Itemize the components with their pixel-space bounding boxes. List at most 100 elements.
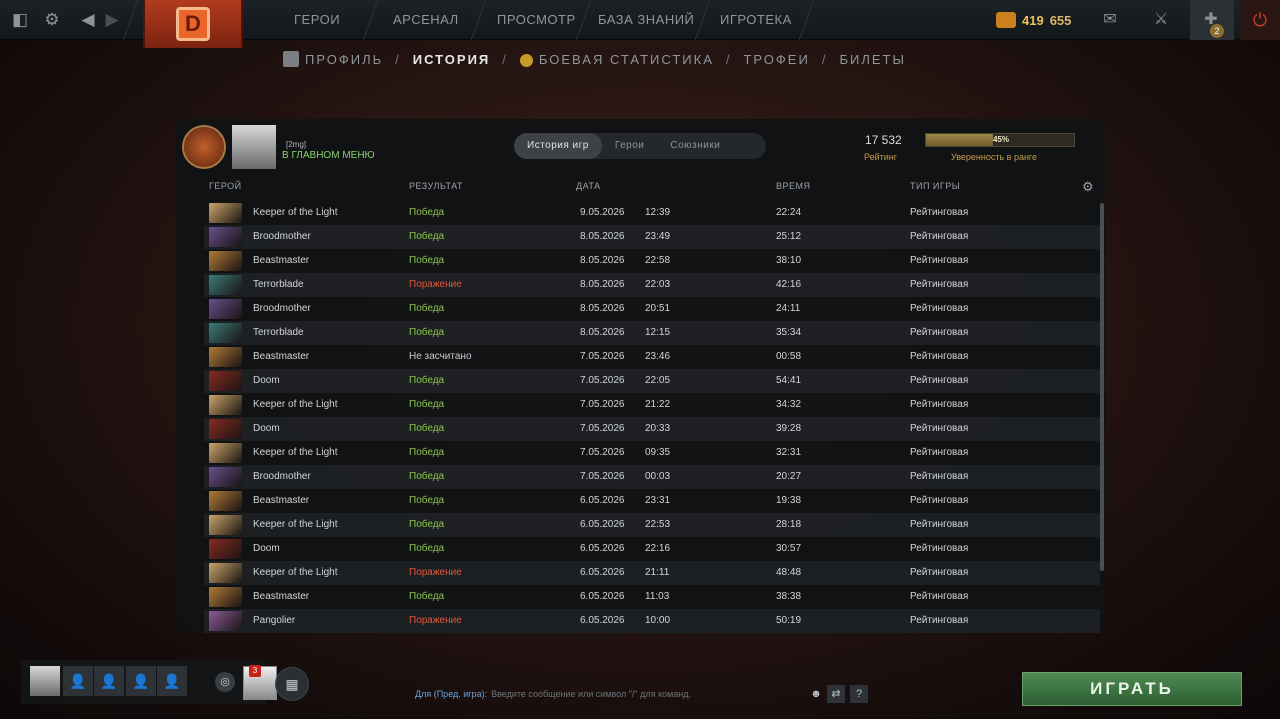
tab-match-history[interactable]: История игр <box>514 133 602 159</box>
shards-count-badge: 2 <box>1210 24 1224 38</box>
match-result: Победа <box>409 375 445 386</box>
col-header-duration[interactable]: ВРЕМЯ <box>776 181 811 191</box>
match-row[interactable]: Doom Победа 6.05.2026 22:16 30:57 Рейтинговая <box>204 537 1100 561</box>
player-avatar[interactable] <box>232 125 276 169</box>
nav-learn[interactable]: БАЗА ЗНАНИЙ <box>598 0 694 40</box>
hero-portrait-icon <box>209 275 242 295</box>
match-type: Рейтинговая <box>910 519 969 530</box>
hero-name: Beastmaster <box>253 255 310 266</box>
rating-value: 17 532 <box>865 133 902 147</box>
tab-allies[interactable]: Союзники <box>657 133 733 159</box>
player-tag: [2mg] <box>286 140 307 149</box>
settings-gear-icon[interactable]: ⚙ <box>42 10 62 30</box>
match-result: Поражение <box>409 279 462 290</box>
chat-channel-icon[interactable]: ⇄ <box>827 685 845 703</box>
hero-portrait-icon <box>209 395 242 415</box>
match-result: Победа <box>409 303 445 314</box>
subnav-separator: / <box>395 51 401 67</box>
nav-watch[interactable]: ПРОСМОТР <box>497 0 576 40</box>
match-row[interactable]: Doom Победа 7.05.2026 20:33 39:28 Рейтинговая <box>204 417 1100 441</box>
nav-heroes[interactable]: ГЕРОИ <box>294 0 340 40</box>
col-header-date[interactable]: ДАТА <box>576 181 601 191</box>
match-time: 21:22 <box>645 399 671 410</box>
match-row[interactable]: Broodmother Победа 7.05.2026 00:03 20:27 Рейт… <box>204 465 1100 489</box>
mail-icon[interactable]: ✉ <box>1099 10 1121 30</box>
col-header-result[interactable]: РЕЗУЛЬТАТ <box>409 181 463 191</box>
match-row[interactable]: Beastmaster Победа 6.05.2026 11:03 38:38 Рейт… <box>204 585 1100 609</box>
party-slot-empty[interactable]: 👤 <box>63 666 93 696</box>
hero-name: Keeper of the Light <box>253 447 338 458</box>
match-row[interactable]: Beastmaster Не засчитано 7.05.2026 23:46 00:… <box>204 345 1100 369</box>
match-row[interactable]: Keeper of the Light Поражение 6.05.2026 21:… <box>204 561 1100 585</box>
party-slot-self[interactable] <box>30 666 60 696</box>
match-time: 22:53 <box>645 519 671 530</box>
match-row[interactable]: Terrorblade Поражение 8.05.2026 22:03 42:16 Р… <box>204 273 1100 297</box>
match-duration: 25:12 <box>776 231 802 242</box>
currency-display[interactable]: 419 655 <box>996 8 1071 32</box>
match-row[interactable]: Broodmother Победа 8.05.2026 23:49 25:12 Рейт… <box>204 225 1100 249</box>
match-result: Победа <box>409 471 445 482</box>
nav-arcade[interactable]: ИГРОТЕКА <box>720 0 792 40</box>
match-row[interactable]: Doom Победа 7.05.2026 22:05 54:41 Рейтинговая <box>204 369 1100 393</box>
match-type: Рейтинговая <box>910 615 969 626</box>
forward-arrow-icon[interactable]: ▶ <box>102 10 122 30</box>
nav-arsenal[interactable]: АРСЕНАЛ <box>393 0 459 40</box>
party-slot-empty[interactable]: 👤 <box>126 666 156 696</box>
match-row[interactable]: Broodmother Победа 8.05.2026 20:51 24:11 Рейт… <box>204 297 1100 321</box>
match-result: Поражение <box>409 567 462 578</box>
back-arrow-icon[interactable]: ◀ <box>78 10 98 30</box>
match-row[interactable]: Pangolier Поражение 6.05.2026 10:00 50:19 Рей… <box>204 609 1100 633</box>
play-button[interactable]: ИГРАТЬ <box>1022 672 1242 706</box>
col-header-hero[interactable]: ГЕРОЙ <box>209 181 242 191</box>
party-slot-empty[interactable]: 👤 <box>157 666 187 696</box>
dota-menu-icon[interactable]: ◧ <box>10 10 30 30</box>
chat-input[interactable]: Для (Пред. игра): Введите сообщение или с… <box>408 684 868 704</box>
subnav-trophies[interactable]: ТРОФЕИ <box>743 52 809 67</box>
match-list-scrollbar[interactable] <box>1100 203 1104 571</box>
match-row[interactable]: Keeper of the Light Победа 7.05.2026 21:22 3… <box>204 393 1100 417</box>
match-type: Рейтинговая <box>910 231 969 242</box>
armory-icon[interactable]: ⚔ <box>1150 10 1172 30</box>
match-duration: 19:38 <box>776 495 802 506</box>
subnav-separator: / <box>725 51 732 67</box>
rank-medal-icon[interactable] <box>182 125 226 169</box>
hero-portrait-icon <box>209 203 242 223</box>
match-duration: 39:28 <box>776 423 802 434</box>
chat-channel-label[interactable]: Для (Пред. игра): <box>415 689 487 699</box>
match-date: 7.05.2026 <box>580 471 625 482</box>
rank-confidence-percent: 45% <box>992 135 1009 144</box>
match-date: 8.05.2026 <box>580 327 625 338</box>
match-result: Победа <box>409 447 445 458</box>
hero-name: Keeper of the Light <box>253 567 338 578</box>
dota-logo[interactable]: D <box>143 0 243 48</box>
party-voice-icon[interactable]: ◎ <box>215 672 235 692</box>
match-row[interactable]: Keeper of the Light Победа 7.05.2026 09:35 3… <box>204 441 1100 465</box>
match-history-panel: [2mg] В ГЛАВНОМ МЕНЮ История игр Герои С… <box>176 119 1105 633</box>
match-row[interactable]: Keeper of the Light Победа 6.05.2026 22:53 2… <box>204 513 1100 537</box>
match-type: Рейтинговая <box>910 327 969 338</box>
match-result: Победа <box>409 231 445 242</box>
emoji-icon[interactable]: ☻ <box>807 685 825 703</box>
subnav-history[interactable]: ИСТОРИЯ <box>413 52 491 67</box>
chat-help-icon[interactable]: ? <box>850 685 868 703</box>
party-slot-empty[interactable]: 👤 <box>94 666 124 696</box>
friends-icon[interactable]: ▦ <box>275 667 309 701</box>
subnav-separator: / <box>502 51 508 67</box>
match-row[interactable]: Beastmaster Победа 6.05.2026 23:31 19:38 Рейт… <box>204 489 1100 513</box>
nav-divider <box>798 0 815 40</box>
subnav-tickets[interactable]: БИЛЕТЫ <box>839 52 906 67</box>
subnav-battle-stats[interactable]: БОЕВАЯ СТАТИСТИКА <box>519 52 714 67</box>
subnav-profile[interactable]: ПРОФИЛЬ <box>283 51 383 67</box>
tab-heroes[interactable]: Герои <box>602 133 658 159</box>
match-row[interactable]: Beastmaster Победа 8.05.2026 22:58 38:10 Рейт… <box>204 249 1100 273</box>
match-row[interactable]: Terrorblade Победа 8.05.2026 12:15 35:34 Рейт… <box>204 321 1100 345</box>
col-header-game-type[interactable]: ТИП ИГРЫ <box>910 181 960 191</box>
history-tabs: История игр Герои Союзники <box>514 133 766 159</box>
table-settings-gear-icon[interactable]: ⚙ <box>1082 179 1094 195</box>
match-duration: 00:58 <box>776 351 802 362</box>
nav-divider <box>470 0 487 40</box>
match-type: Рейтинговая <box>910 279 969 290</box>
match-row[interactable]: Keeper of the Light Победа 9.05.2026 12:39 2… <box>204 201 1100 225</box>
match-duration: 50:19 <box>776 615 802 626</box>
power-icon[interactable]: ⏻ <box>1240 0 1280 40</box>
